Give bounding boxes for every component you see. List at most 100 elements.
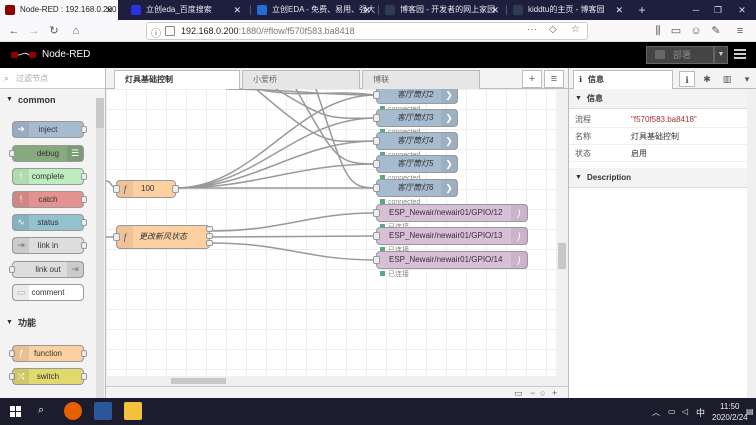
close-tab-icon[interactable]: ✕	[233, 0, 241, 20]
palette-node-link-in[interactable]: ⇥ link in	[12, 237, 87, 254]
input-port[interactable]	[373, 256, 380, 264]
forward-icon[interactable]: →	[26, 23, 42, 39]
browser-tab-baidu[interactable]: 立创eda_百度搜索 ✕	[126, 0, 246, 20]
scrollbar-thumb[interactable]	[96, 98, 104, 128]
scrollbar-thumb[interactable]	[171, 378, 226, 384]
firefox-icon[interactable]	[64, 402, 82, 420]
output-port[interactable]	[81, 126, 87, 133]
tab-flow-lighting[interactable]: 灯具基础控制	[114, 70, 240, 90]
close-tab-icon[interactable]: ✕	[491, 0, 499, 20]
add-flow-button[interactable]: +	[522, 70, 542, 88]
extension-icon[interactable]: ✎	[708, 23, 724, 39]
close-tab-icon[interactable]: ✕	[363, 0, 371, 20]
ime-indicator[interactable]: 中	[696, 406, 705, 419]
browser-tab-kiddtu[interactable]: kiddtu的主页 - 博客园 ✕	[508, 0, 628, 20]
sidebar-scrollbar[interactable]	[747, 89, 756, 398]
close-tab-icon[interactable]: ✕	[615, 0, 623, 20]
palette-node-debug[interactable]: debug ☰	[9, 145, 84, 162]
volume-icon[interactable]: ◁	[682, 407, 688, 416]
function-node-100[interactable]: ƒ 100	[113, 180, 179, 198]
input-port[interactable]	[113, 185, 120, 193]
dashboard-chart-icon[interactable]: ▥	[719, 71, 735, 87]
function-node-fan-state[interactable]: ƒ 更改新风状态	[113, 225, 213, 249]
output-port[interactable]	[81, 373, 87, 380]
account-icon[interactable]: ☺	[688, 23, 704, 39]
close-tab-icon[interactable]: ✕	[105, 0, 113, 20]
output-port[interactable]	[81, 219, 87, 226]
tab-flow-broadlink[interactable]: 博联	[362, 70, 480, 89]
category-function[interactable]: ▼ 功能	[0, 314, 96, 332]
palette-node-status[interactable]: ∿ status	[12, 214, 87, 231]
list-flows-button[interactable]: ≡	[544, 70, 564, 88]
mqtt-out-node-gpio14[interactable]: ESP_Newair/newair01/GPIO/14 )	[373, 251, 528, 269]
input-port[interactable]	[373, 91, 380, 99]
clock-time[interactable]: 11:50	[720, 402, 739, 411]
canvas-vertical-scrollbar[interactable]	[556, 89, 568, 386]
input-port[interactable]	[9, 266, 15, 273]
new-tab-button[interactable]: +	[630, 0, 654, 20]
palette-filter-input[interactable]: ⌕ 过滤节点	[0, 68, 105, 89]
input-port[interactable]	[373, 114, 380, 122]
sidebar-dropdown-icon[interactable]: ▾	[739, 71, 755, 87]
input-port[interactable]	[373, 209, 380, 217]
menu-icon[interactable]: ≡	[732, 23, 748, 39]
output-port[interactable]	[172, 185, 179, 193]
sidebar-toggle-icon[interactable]: ▭	[668, 23, 684, 39]
mqtt-out-node-gpio13[interactable]: ESP_Newair/newair01/GPIO/13 )	[373, 227, 528, 245]
info-icon[interactable]: ℹ	[679, 71, 695, 87]
section-description[interactable]: ▼ Description	[569, 168, 747, 188]
tab-flow-xiaoai[interactable]: 小爱桥	[242, 70, 360, 89]
palette-node-complete[interactable]: ! complete	[12, 168, 87, 185]
bookmark-star-icon[interactable]: ☆	[571, 24, 580, 35]
close-window-icon[interactable]: ✕	[730, 0, 754, 20]
shield-icon[interactable]: ◇	[549, 24, 557, 35]
output-port-2[interactable]	[206, 233, 213, 239]
back-icon[interactable]: ←	[6, 23, 22, 39]
output-port[interactable]	[81, 173, 87, 180]
output-port[interactable]	[81, 196, 87, 203]
site-info-icon[interactable]: ⓘ	[151, 25, 161, 40]
address-bar[interactable]: ⓘ 192.168.0.200:1880/#flow/f570f583.ba84…	[146, 22, 588, 40]
deploy-options-button[interactable]: ▼	[714, 46, 728, 64]
tray-arrow-icon[interactable]: ︿	[652, 407, 660, 418]
palette-node-catch[interactable]: ! catch	[12, 191, 87, 208]
reload-icon[interactable]: ↻	[46, 23, 62, 39]
restore-icon[interactable]: ❐	[706, 0, 730, 20]
output-port-1[interactable]	[206, 226, 213, 232]
search-icon[interactable]: ⌕	[38, 404, 44, 417]
input-port[interactable]	[373, 160, 380, 168]
mqtt-out-node-lamp2[interactable]: 客厅筒灯2 ❯	[373, 89, 458, 104]
main-menu-icon[interactable]	[734, 49, 746, 61]
network-icon[interactable]: ▭	[668, 407, 676, 416]
canvas-horizontal-scrollbar[interactable]	[106, 376, 556, 386]
section-info[interactable]: ▼ 信息	[569, 89, 747, 109]
browser-tab-lceda[interactable]: 立创EDA - 免费、易用、强大 ✕	[252, 0, 376, 20]
debug-bug-icon[interactable]: ✱	[699, 71, 715, 87]
tab-info[interactable]: ℹ 信息	[573, 70, 673, 89]
browser-tab-nodered[interactable]: Node-RED : 192.168.0.200 ✕	[0, 0, 118, 20]
input-port[interactable]	[9, 150, 15, 157]
output-port[interactable]	[81, 350, 87, 357]
palette-node-function[interactable]: ƒ function	[9, 345, 87, 362]
scrollbar-thumb[interactable]	[558, 243, 566, 269]
category-common[interactable]: ▼ common	[0, 91, 96, 109]
mqtt-out-node-lamp3[interactable]: 客厅筒灯3 ❯	[373, 109, 458, 127]
library-icon[interactable]: ⫼	[650, 23, 666, 39]
input-port[interactable]	[373, 184, 380, 192]
mqtt-out-node-gpio12[interactable]: ESP_Newair/newair01/GPIO/12 )	[373, 204, 528, 222]
word-icon[interactable]	[94, 402, 112, 420]
input-port[interactable]	[113, 233, 120, 241]
notification-icon[interactable]: ▤	[746, 407, 754, 416]
mqtt-out-node-lamp4[interactable]: 客厅筒灯4 ❯	[373, 132, 458, 150]
browser-tab-cnblogs[interactable]: 博客园 - 开发者的网上家园 ✕	[380, 0, 504, 20]
palette-scrollbar[interactable]	[96, 98, 104, 398]
home-icon[interactable]: ⌂	[68, 23, 84, 39]
palette-node-comment[interactable]: ▭ comment	[12, 284, 84, 301]
mqtt-out-node-lamp5[interactable]: 客厅筒灯5 ❯	[373, 155, 458, 173]
input-port[interactable]	[373, 137, 380, 145]
output-port[interactable]	[81, 242, 87, 249]
file-explorer-icon[interactable]	[124, 402, 142, 420]
palette-node-inject[interactable]: ➜ inject	[12, 121, 87, 138]
flow-canvas[interactable]: ƒ 100 ƒ 更改新风状态 客厅筒灯2 ❯ connected 客厅筒灯3 ❯…	[106, 89, 556, 386]
palette-node-switch[interactable]: ⤨ switch	[9, 368, 87, 385]
